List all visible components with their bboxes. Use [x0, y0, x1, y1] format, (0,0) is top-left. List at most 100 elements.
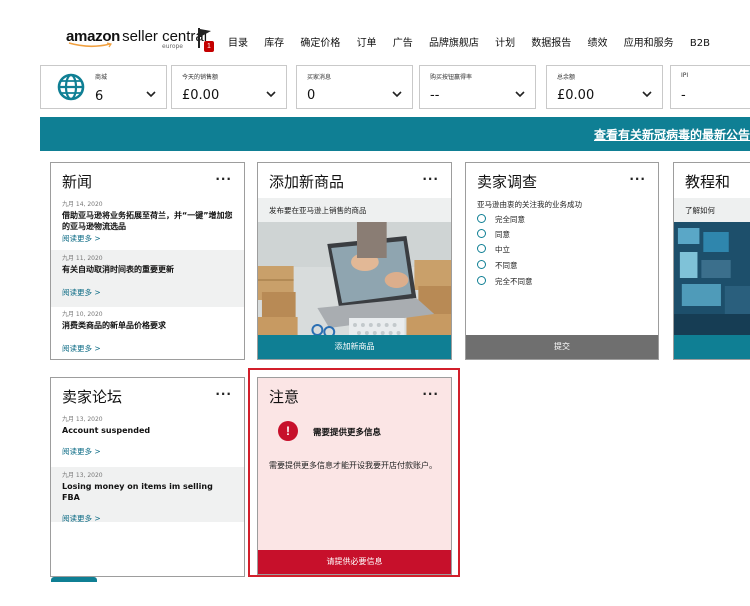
- nav-orders[interactable]: 订单: [357, 34, 377, 49]
- radio-button[interactable]: [477, 276, 486, 285]
- metric-label: 总余额: [557, 74, 576, 81]
- seller-survey-card: 卖家调查 ··· 亚马逊由衷的关注我的业务成功 完全同意 同意 中立 不同意 完…: [465, 162, 659, 360]
- metric-marketplaces[interactable]: 商城 6: [40, 65, 167, 109]
- more-options-icon[interactable]: ···: [215, 172, 232, 186]
- main-menu: 目录 库存 确定价格 订单 广告 品牌旗舰店 计划 数据报告 绩效 应用和服务 …: [228, 34, 723, 49]
- news-date: 九月 14, 2020: [62, 201, 103, 208]
- option-label: 不同意: [495, 261, 518, 270]
- nav-performance[interactable]: 绩效: [588, 34, 608, 49]
- card-title: 卖家论坛: [62, 388, 123, 406]
- chevron-down-icon[interactable]: [642, 90, 652, 98]
- nav-b2b[interactable]: B2B: [690, 38, 710, 49]
- metric-todays-sales[interactable]: 今天的销售额 £0.00: [171, 65, 287, 109]
- nav-apps-services[interactable]: 应用和服务: [624, 34, 674, 49]
- more-options-icon[interactable]: ···: [215, 387, 232, 401]
- news-headline[interactable]: 借助亚马逊将业务拓展至荷兰，并“一键”增加您的亚马逊物流选品: [62, 210, 233, 232]
- seller-forum-card: 卖家论坛 ··· 九月 13, 2020 Account suspended 阅…: [50, 377, 245, 577]
- survey-option[interactable]: 不同意: [477, 260, 518, 271]
- metric-label: 买家消息: [307, 74, 332, 81]
- option-label: 中立: [495, 245, 510, 254]
- read-more-link[interactable]: 阅读更多 >: [62, 343, 233, 354]
- add-product-card: 添加新商品 ··· 发布要在亚马逊上销售的商品 添加新商品: [257, 162, 452, 360]
- metrics-strip: 商城 6 今天的销售额 £0.00 买家消息 0 购买按钮赢得率 -- 总余额 …: [40, 62, 750, 112]
- nav-advertising[interactable]: 广告: [393, 34, 413, 49]
- survey-option[interactable]: 中立: [477, 244, 510, 255]
- post-date: 九月 13, 2020: [62, 416, 103, 423]
- metric-value: 0: [307, 88, 316, 103]
- nav-inventory[interactable]: 库存: [264, 34, 284, 49]
- news-item: 九月 10, 2020 消费类商品的新单品价格要求 阅读更多 >: [51, 306, 244, 359]
- notification-badge: 1: [204, 41, 214, 52]
- nav-pricing[interactable]: 确定价格: [300, 34, 340, 49]
- news-item: 九月 14, 2020 借助亚马逊将业务拓展至荷兰，并“一键”增加您的亚马逊物流…: [51, 196, 244, 248]
- read-more-link[interactable]: 阅读更多 >: [62, 513, 233, 524]
- metric-ipi[interactable]: IPI -: [670, 65, 750, 109]
- metric-buy-box[interactable]: 购买按钮赢得率 --: [419, 65, 536, 109]
- submit-survey-button[interactable]: 提交: [466, 335, 658, 359]
- radio-button[interactable]: [477, 214, 486, 223]
- post-title[interactable]: Losing money on items im selling FBA: [62, 481, 233, 503]
- card-title: 添加新商品: [269, 173, 345, 191]
- logo-region: europe: [162, 43, 183, 50]
- survey-option[interactable]: 完全不同意: [477, 276, 533, 287]
- nav-programs[interactable]: 计划: [495, 34, 515, 49]
- read-more-link[interactable]: 阅读更多 >: [62, 287, 233, 298]
- metric-value: £0.00: [182, 88, 220, 103]
- feedback-tab[interactable]: [51, 577, 97, 582]
- chevron-down-icon[interactable]: [515, 90, 525, 98]
- tutorial-card: 教程和 了解如何: [673, 162, 750, 360]
- amazon-smile-icon: [68, 42, 112, 48]
- card-title: 教程和: [685, 173, 731, 191]
- card-description: 了解如何: [674, 198, 750, 222]
- forum-post: 九月 13, 2020 Losing money on items im sel…: [51, 467, 244, 524]
- news-headline[interactable]: 消费类商品的新单品价格要求: [62, 320, 233, 331]
- metric-value: 6: [95, 89, 104, 104]
- metric-value: --: [430, 88, 440, 103]
- add-product-button[interactable]: 添加新商品: [258, 335, 451, 359]
- read-more-link[interactable]: 阅读更多 >: [62, 446, 233, 457]
- nav-reports[interactable]: 数据报告: [531, 34, 571, 49]
- survey-question: 亚马逊由衷的关注我的业务成功: [477, 200, 582, 209]
- tutorial-button[interactable]: [674, 335, 750, 359]
- metric-value: -: [681, 88, 686, 103]
- metric-value: £0.00: [557, 88, 595, 103]
- globe-icon: [57, 73, 85, 101]
- post-title[interactable]: Account suspended: [62, 425, 233, 436]
- nav-stores[interactable]: 品牌旗舰店: [429, 34, 479, 49]
- metric-buyer-messages[interactable]: 买家消息 0: [296, 65, 413, 109]
- news-item: 九月 11, 2020 有关自动取消时间表的重要更新 阅读更多 >: [51, 250, 244, 307]
- covid-announcement-link[interactable]: 查看有关新冠病毒的最新公告: [594, 126, 750, 143]
- metric-label: 商城: [95, 74, 108, 81]
- more-options-icon[interactable]: ···: [629, 172, 646, 186]
- read-more-link[interactable]: 阅读更多 >: [62, 233, 233, 244]
- news-date: 九月 11, 2020: [62, 255, 103, 262]
- metric-label: IPI: [681, 72, 689, 79]
- metric-label: 购买按钮赢得率: [430, 74, 473, 81]
- more-options-icon[interactable]: ···: [422, 172, 439, 186]
- tutorial-video-thumbnail[interactable]: [674, 222, 750, 341]
- option-label: 完全同意: [495, 215, 525, 224]
- news-headline[interactable]: 有关自动取消时间表的重要更新: [62, 264, 233, 275]
- card-title: 新闻: [62, 173, 93, 191]
- card-title: 卖家调查: [477, 173, 538, 191]
- post-date: 九月 13, 2020: [62, 472, 103, 479]
- forum-post: 九月 13, 2020 Account suspended 阅读更多 >: [51, 411, 244, 467]
- radio-button[interactable]: [477, 229, 486, 238]
- metric-label: 今天的销售额: [182, 74, 219, 81]
- seller-central-logo[interactable]: amazon seller central europe: [66, 28, 207, 50]
- metric-total-balance[interactable]: 总余额 £0.00: [546, 65, 663, 109]
- seller-laptop-photo: [258, 222, 451, 341]
- radio-button[interactable]: [477, 260, 486, 269]
- option-label: 同意: [495, 230, 510, 239]
- survey-option[interactable]: 完全同意: [477, 214, 525, 225]
- chevron-down-icon[interactable]: [392, 90, 402, 98]
- chevron-down-icon[interactable]: [266, 90, 276, 98]
- option-label: 完全不同意: [495, 277, 533, 286]
- top-navigation: amazon seller central europe 1 目录 库存 确定价格…: [0, 0, 750, 62]
- survey-option[interactable]: 同意: [477, 229, 510, 240]
- covid-banner: 查看有关新冠病毒的最新公告: [40, 117, 750, 151]
- nav-catalog[interactable]: 目录: [228, 34, 248, 49]
- chevron-down-icon[interactable]: [146, 90, 156, 98]
- news-date: 九月 10, 2020: [62, 311, 103, 318]
- radio-button[interactable]: [477, 244, 486, 253]
